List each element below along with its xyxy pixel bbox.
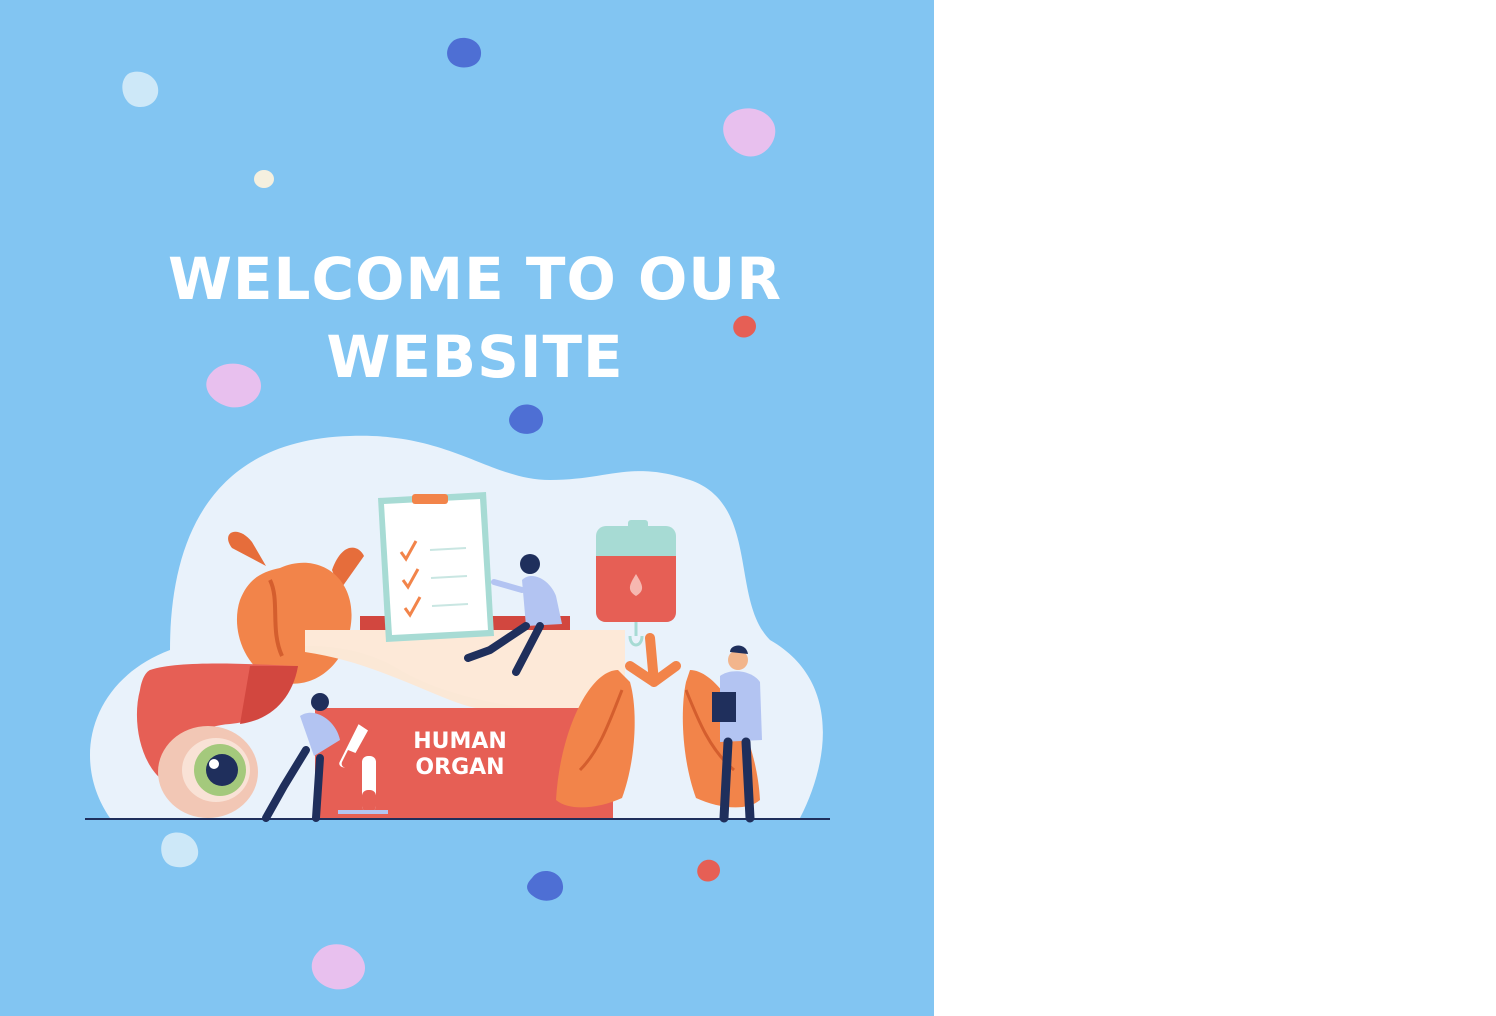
decor-blob xyxy=(447,37,482,68)
welcome-title: WELCOME TO OUR WEBSITE xyxy=(150,240,800,396)
decor-blob xyxy=(311,944,366,990)
decor-blob xyxy=(122,71,159,108)
box-label-line1: HUMAN xyxy=(413,729,507,754)
decor-blob xyxy=(723,108,776,157)
human-organ-illustration: HUMAN ORGAN xyxy=(85,435,830,823)
right-blank-panel xyxy=(934,0,1496,1016)
box-label-line2: ORGAN xyxy=(415,755,504,780)
hero-panel: WELCOME TO OUR WEBSITE HUMAN ORGAN xyxy=(0,0,934,1016)
page: WELCOME TO OUR WEBSITE HUMAN ORGAN xyxy=(0,0,1496,1016)
eye-icon xyxy=(158,726,258,818)
clipboard-icon xyxy=(378,492,494,642)
welcome-title-line2: WEBSITE xyxy=(326,323,624,391)
decor-blob xyxy=(254,170,274,188)
welcome-title-line1: WELCOME TO OUR xyxy=(167,245,783,313)
decor-blob xyxy=(697,859,720,882)
decor-blob xyxy=(527,871,564,901)
